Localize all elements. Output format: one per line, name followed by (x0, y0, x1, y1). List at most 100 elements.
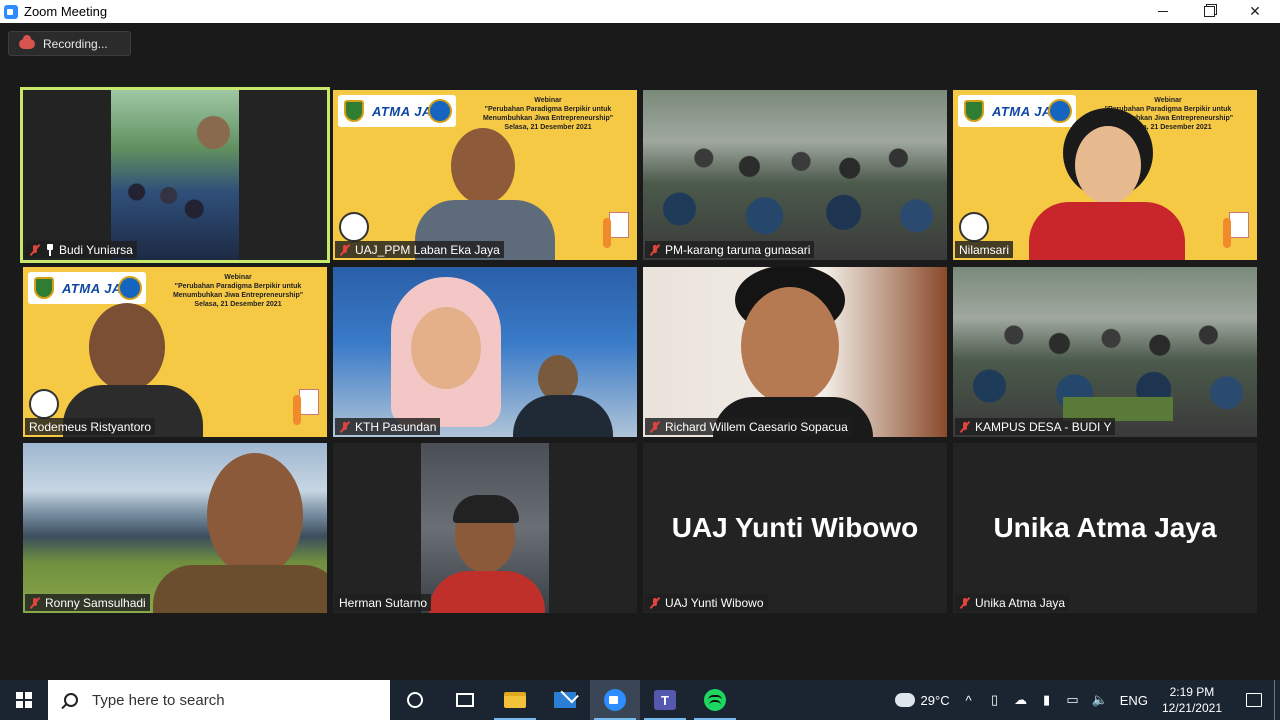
participant-body (1029, 202, 1185, 260)
participant-name: KTH Pasundan (355, 419, 437, 434)
webinar-banner-text: Webinar "Perubahan Paradigma Berpikir un… (172, 274, 304, 308)
onedrive-icon[interactable]: ☁ (1014, 692, 1028, 708)
seal-icon (339, 212, 369, 242)
participant-cap (453, 495, 519, 523)
search-input[interactable] (92, 691, 352, 709)
mic-muted-icon (959, 421, 971, 433)
mic-muted-icon (29, 597, 41, 609)
participant-nametag: Budi Yuniarsa (25, 241, 137, 258)
notifications-button[interactable] (1234, 680, 1274, 720)
participant-nametag: Richard Willem Caesario Sopacua (645, 418, 852, 435)
participant-name: PM-karang taruna gunasari (665, 242, 811, 257)
teams-icon: T (654, 690, 676, 710)
notification-icon (1246, 693, 1262, 707)
seal-icon (29, 389, 59, 419)
weather-cloud-icon (891, 689, 915, 707)
participant-nametag: Unika Atma Jaya (955, 594, 1070, 611)
participant-face (741, 287, 839, 405)
video-tile-budi-yuniarsa[interactable]: Budi Yuniarsa (20, 87, 330, 263)
participant-name: Nilamsari (959, 242, 1010, 257)
easel-illustration (603, 212, 629, 254)
crest-icon (344, 100, 364, 122)
maximize-button[interactable] (1186, 0, 1232, 23)
participant-face (207, 453, 303, 577)
video-tile-ronny-samsulhadi[interactable]: Ronny Samsulhadi (23, 443, 327, 613)
clock[interactable]: 2:19 PM 12/21/2021 (1162, 684, 1222, 716)
battery-icon[interactable]: ▭ (1066, 692, 1080, 708)
video-tile-pm-karang-taruna-gunasari[interactable]: PM-karang taruna gunasari (643, 90, 947, 260)
mic-muted-icon (649, 421, 661, 433)
weather-widget[interactable]: 29°C (891, 689, 950, 708)
participant-face (89, 303, 165, 391)
participant-name: Unika Atma Jaya (975, 595, 1066, 610)
easel-illustration (1223, 212, 1249, 254)
participant-name: Rodemeus Ristyantoro (29, 419, 152, 434)
video-tile-nilamsari[interactable]: ATMA JAYA Webinar "Perubahan Paradigma B… (953, 90, 1257, 260)
minimize-button[interactable] (1140, 0, 1186, 23)
cloud-record-icon (19, 34, 35, 49)
show-hidden-icons-button[interactable]: ^ (962, 693, 976, 708)
spotify-button[interactable] (690, 680, 740, 720)
participant-nametag: Herman Sutarno (335, 594, 432, 611)
zoom-taskbar-button[interactable] (590, 680, 640, 720)
microphone-icon[interactable]: ▮ (1040, 692, 1054, 708)
video-tile-rodemeus-ristyantoro[interactable]: ATMA JAYA Webinar "Perubahan Paradigma B… (23, 267, 327, 437)
participant-name: Richard Willem Caesario Sopacua (665, 419, 848, 434)
participant-name: Herman Sutarno (339, 595, 428, 610)
mic-muted-icon (959, 597, 971, 609)
crest-icon (34, 277, 54, 299)
system-tray: 29°C ^ ▯ ☁ ▮ ▭ 🔈 ENG 2:19 PM 12/21/2021 (889, 680, 1280, 720)
video-tile-uaj-yunti-wibowo[interactable]: UAJ Yunti Wibowo UAJ Yunti Wibowo (643, 443, 947, 613)
mail-button[interactable] (540, 680, 590, 720)
participant-nametag: PM-karang taruna gunasari (645, 241, 815, 258)
video-tile-kampus-desa-budi-y[interactable]: KAMPUS DESA - BUDI Y (953, 267, 1257, 437)
participant-nametag: Nilamsari (955, 241, 1014, 258)
participant-face (451, 128, 515, 204)
search-icon (64, 693, 78, 707)
participant-name: UAJ_PPM Laban Eka Jaya (355, 242, 500, 257)
participant-body (429, 571, 545, 613)
crowd-overlay (111, 90, 239, 260)
close-button[interactable]: ✕ (1232, 0, 1278, 23)
title-bar: Zoom Meeting ✕ (0, 0, 1280, 23)
windows-logo-icon (16, 692, 32, 708)
folder-icon (504, 692, 526, 708)
participant-nametag: UAJ_PPM Laban Eka Jaya (335, 241, 504, 258)
clock-date: 12/21/2021 (1161, 701, 1222, 715)
teams-button[interactable]: T (640, 680, 690, 720)
pin-icon (45, 243, 55, 256)
language-indicator[interactable]: ENG (1120, 693, 1148, 708)
recording-label: Recording... (43, 36, 108, 51)
video-tile-uaj-ppm-laban-eka-jaya[interactable]: ATMA JAYA Webinar "Perubahan Paradigma B… (333, 90, 637, 260)
webinar-banner-text: Webinar "Perubahan Paradigma Berpikir un… (482, 97, 614, 131)
participant-name: Ronny Samsulhadi (45, 595, 146, 610)
file-explorer-button[interactable] (490, 680, 540, 720)
task-view-button[interactable] (440, 680, 490, 720)
recording-indicator[interactable]: Recording... (8, 31, 131, 56)
participant-nametag: KTH Pasundan (335, 418, 441, 435)
participant-face (1075, 126, 1141, 204)
participant-nametag: Rodemeus Ristyantoro (25, 418, 156, 435)
video-tile-herman-sutarno[interactable]: Herman Sutarno (333, 443, 637, 613)
show-desktop-button[interactable] (1274, 680, 1280, 720)
video-tile-kth-pasundan[interactable]: KTH Pasundan (333, 267, 637, 437)
start-button[interactable] (0, 680, 48, 720)
device-icon[interactable]: ▯ (988, 692, 1002, 708)
background-person-body (513, 395, 613, 437)
participant-display-name: UAJ Yunti Wibowo (671, 512, 919, 543)
mic-muted-icon (339, 421, 351, 433)
participant-display-name: Unika Atma Jaya (993, 512, 1217, 543)
volume-icon[interactable]: 🔈 (1092, 692, 1108, 708)
cortana-icon (407, 692, 423, 708)
participant-nametag: Ronny Samsulhadi (25, 594, 150, 611)
emblem-icon (118, 276, 142, 300)
participant-name: KAMPUS DESA - BUDI Y (975, 419, 1112, 434)
clock-time: 2:19 PM (1169, 685, 1215, 699)
window-title: Zoom Meeting (24, 4, 108, 19)
cortana-button[interactable] (390, 680, 440, 720)
video-tile-unika-atma-jaya[interactable]: Unika Atma Jaya Unika Atma Jaya (953, 443, 1257, 613)
easel-illustration (293, 389, 319, 431)
participant-face (411, 307, 481, 389)
taskbar-search[interactable] (48, 680, 390, 720)
video-tile-richard-willem-caesario-sopacua[interactable]: Richard Willem Caesario Sopacua (643, 267, 947, 437)
